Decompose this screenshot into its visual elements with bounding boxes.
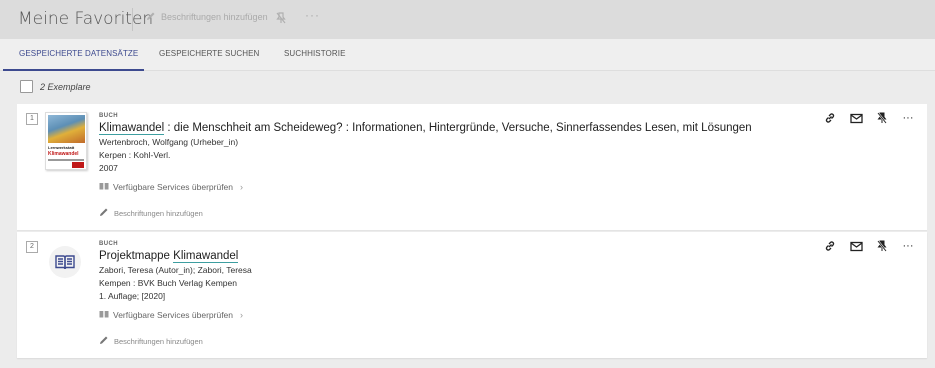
result-author: Zabori, Teresa (Autor_in); Zabori, Teres… <box>99 265 252 275</box>
title-highlight[interactable]: Klimawandel <box>173 250 239 263</box>
pencil-icon <box>99 335 109 347</box>
more-icon[interactable]: ··· <box>901 111 915 125</box>
book-open-icon <box>99 310 109 320</box>
pin-off-icon[interactable] <box>275 11 287 29</box>
result-title[interactable]: Projektmappe Klimawandel <box>99 250 799 263</box>
cover-title-line2: Klimawandel <box>48 151 79 157</box>
cover-rule <box>48 159 84 161</box>
chevron-right-icon: › <box>240 310 244 320</box>
check-services-link[interactable]: Verfügbare Services überprüfen › <box>99 182 799 192</box>
tab-bar: GESPEICHERTE DATENSÄTZE GESPEICHERTE SUC… <box>0 39 935 71</box>
cover-title-line1: Lernwerkstatt <box>48 145 75 150</box>
services-label: Verfügbare Services überprüfen <box>113 182 234 192</box>
pin-off-icon[interactable] <box>875 111 889 125</box>
result-title[interactable]: Klimawandel : die Menschheit am Scheidew… <box>99 122 799 135</box>
item-count: 2 Exemplare <box>40 81 91 92</box>
active-tab-indicator <box>3 69 144 71</box>
result-item: 2 BUCH Projektmappe Klimawandel Zabori, … <box>17 232 927 358</box>
services-label: Verfügbare Services überprüfen <box>113 310 234 320</box>
more-icon[interactable]: ··· <box>305 8 320 22</box>
divider <box>132 8 133 31</box>
pencil-icon <box>99 207 109 219</box>
add-labels-button[interactable]: Beschriftungen hinzufügen <box>146 11 268 23</box>
mail-icon[interactable] <box>849 111 863 125</box>
title-prefix[interactable]: Projektmappe <box>99 250 173 262</box>
add-labels-button[interactable]: Beschriftungen hinzufügen <box>99 335 799 347</box>
result-index[interactable]: 1 <box>26 113 38 125</box>
result-publisher: Kempen : BVK Buch Verlag Kempen <box>99 278 237 288</box>
top-bar: Meine Favoriten Beschriftungen hinzufüge… <box>0 0 935 39</box>
resource-type: BUCH <box>99 241 118 247</box>
result-details: BUCH Klimawandel : die Menschheit am Sch… <box>99 113 799 219</box>
tab-search-history[interactable]: SUCHHISTORIE <box>284 49 346 58</box>
cover-image <box>48 115 85 143</box>
book-open-icon <box>99 182 109 192</box>
result-date: 2007 <box>99 163 118 173</box>
resource-type: BUCH <box>99 113 118 119</box>
result-publisher: Kerpen : Kohl-Verl. <box>99 150 171 160</box>
add-labels-label: Beschriftungen hinzufügen <box>161 12 268 22</box>
title-rest[interactable]: : die Menschheit am Scheideweg? : Inform… <box>164 122 751 134</box>
add-labels-label: Beschriftungen hinzufügen <box>114 336 203 346</box>
chevron-right-icon: › <box>240 182 244 192</box>
pin-off-icon[interactable] <box>875 239 889 253</box>
link-icon[interactable] <box>823 239 837 253</box>
cover-logo <box>72 162 84 168</box>
more-icon[interactable]: ··· <box>901 239 915 253</box>
link-icon[interactable] <box>823 111 837 125</box>
select-all-checkbox[interactable] <box>20 80 33 93</box>
result-edition: 1. Auflage; [2020] <box>99 291 166 301</box>
tab-saved-searches[interactable]: GESPEICHERTE SUCHEN <box>159 49 259 58</box>
pencil-icon <box>146 11 156 23</box>
record-actions: ··· <box>823 111 915 125</box>
check-services-link[interactable]: Verfügbare Services überprüfen › <box>99 310 799 320</box>
title-highlight[interactable]: Klimawandel <box>99 122 165 135</box>
select-all-row: 2 Exemplare <box>20 80 91 93</box>
book-icon <box>49 246 81 278</box>
result-index[interactable]: 2 <box>26 241 38 253</box>
result-item: 1 Lernwerkstatt Klimawandel BUCH Klimawa… <box>17 104 927 231</box>
result-details: BUCH Projektmappe Klimawandel Zabori, Te… <box>99 241 799 347</box>
tab-saved-records[interactable]: GESPEICHERTE DATENSÄTZE <box>19 49 138 58</box>
add-labels-button[interactable]: Beschriftungen hinzufügen <box>99 207 799 219</box>
add-labels-label: Beschriftungen hinzufügen <box>114 208 203 218</box>
mail-icon[interactable] <box>849 239 863 253</box>
record-actions: ··· <box>823 239 915 253</box>
book-cover-thumbnail[interactable]: Lernwerkstatt Klimawandel <box>45 112 87 170</box>
result-author: Wertenbroch, Wolfgang (Urheber_in) <box>99 137 239 147</box>
